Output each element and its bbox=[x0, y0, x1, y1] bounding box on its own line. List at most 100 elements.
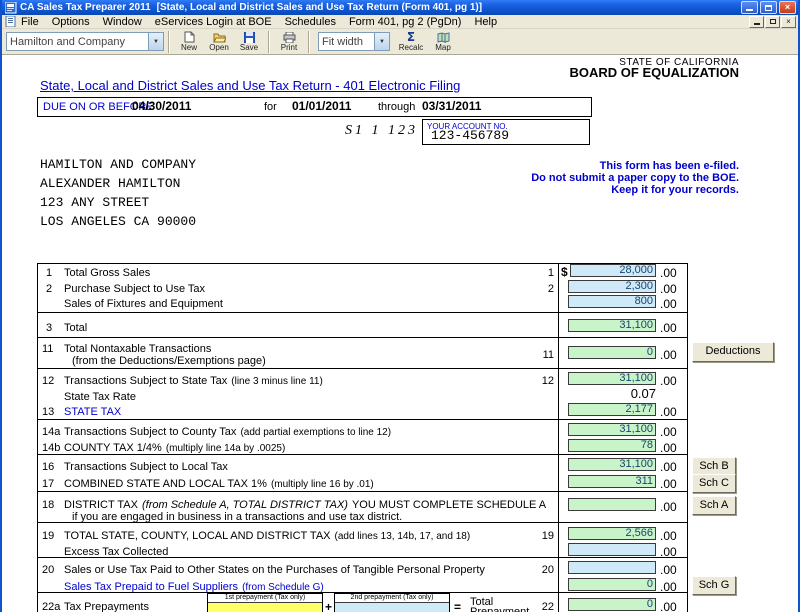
line-20-ref: 20 bbox=[522, 564, 554, 576]
menu-eservices[interactable]: eServices Login at BOE bbox=[155, 16, 272, 28]
sch-c-button[interactable]: Sch C bbox=[692, 474, 736, 493]
first-prepayment-field[interactable] bbox=[208, 602, 322, 612]
sch-a-button[interactable]: Sch A bbox=[692, 496, 736, 515]
address-line-company: HAMILTON AND COMPANY bbox=[40, 159, 196, 171]
line-1-label: Total Gross Sales bbox=[64, 267, 150, 279]
window-controls: × bbox=[741, 1, 796, 14]
for-label: for bbox=[264, 101, 277, 113]
line-14a-number: 14a bbox=[42, 426, 60, 438]
toolbar-separator bbox=[168, 31, 170, 53]
form-page: STATE OF CALIFORNIA BOARD OF EQUALIZATIO… bbox=[2, 55, 798, 612]
table-divider bbox=[37, 368, 688, 369]
line-22a-number: 22a bbox=[42, 601, 60, 612]
line-1-number: 1 bbox=[46, 267, 52, 279]
line-16-number: 16 bbox=[42, 461, 54, 473]
line-18-sublabel: if you are engaged in business in a tran… bbox=[72, 511, 402, 523]
second-prepayment-field[interactable] bbox=[335, 602, 449, 612]
line-17-number: 17 bbox=[42, 478, 54, 490]
minimize-icon bbox=[746, 9, 753, 11]
plus-sign: + bbox=[325, 601, 332, 612]
fixtures-amount-field[interactable]: 800 bbox=[568, 295, 656, 308]
deductions-button[interactable]: Deductions bbox=[692, 342, 774, 362]
line-19-ref: 19 bbox=[522, 530, 554, 542]
mdi-minimize-button[interactable] bbox=[749, 16, 764, 28]
cents-label: .00 bbox=[660, 348, 677, 362]
line-16-label: Transactions Subject to Local Tax bbox=[64, 461, 228, 473]
recalc-button[interactable]: Σ Recalc bbox=[394, 30, 428, 54]
minimize-button[interactable] bbox=[741, 1, 758, 14]
line-19-number: 19 bbox=[42, 530, 54, 542]
through-label: through bbox=[378, 101, 415, 113]
line-20-amount-field[interactable] bbox=[568, 561, 656, 574]
map-button[interactable]: Map bbox=[428, 30, 458, 54]
line-13-label: STATE TAX bbox=[64, 406, 121, 418]
cents-label: .00 bbox=[660, 545, 677, 559]
cents-label: .00 bbox=[660, 600, 677, 612]
toolbar-separator bbox=[268, 31, 270, 53]
line-14a-label: Transactions Subject to County Tax(add p… bbox=[64, 426, 391, 439]
cents-label: .00 bbox=[660, 321, 677, 335]
line-14b-label: COUNTY TAX 1/4%(multiply line 14a by .00… bbox=[64, 442, 285, 455]
cents-label: .00 bbox=[660, 425, 677, 439]
first-prepayment-box: 1st prepayment (Tax only) bbox=[207, 593, 323, 612]
open-button[interactable]: Open bbox=[204, 30, 234, 54]
menu-file[interactable]: File bbox=[21, 16, 39, 28]
menu-help[interactable]: Help bbox=[474, 16, 497, 28]
new-button[interactable]: New bbox=[174, 30, 204, 54]
cents-label: .00 bbox=[660, 477, 677, 491]
zoom-combobox[interactable]: Fit width ▼ bbox=[318, 32, 390, 51]
first-prepayment-label: 1st prepayment (Tax only) bbox=[208, 594, 322, 602]
restore-button[interactable] bbox=[760, 1, 777, 14]
second-prepayment-box: 2nd prepayment (Tax only) bbox=[334, 593, 450, 612]
sch-g-button[interactable]: Sch G bbox=[692, 576, 736, 595]
mdi-window-controls: × bbox=[749, 16, 798, 28]
toolbar-separator bbox=[308, 31, 310, 53]
printer-icon bbox=[283, 31, 296, 43]
due-date-value: 04/30/2011 bbox=[132, 100, 191, 112]
table-divider bbox=[37, 491, 688, 492]
line-3-label: Total bbox=[64, 322, 87, 334]
address-line-city: LOS ANGELES CA 90000 bbox=[40, 216, 196, 228]
line-11-ref: 11 bbox=[522, 349, 554, 361]
line-2-label: Purchase Subject to Use Tax bbox=[64, 283, 205, 295]
line-17-amount-field: 311 bbox=[568, 475, 656, 488]
save-button[interactable]: Save bbox=[234, 30, 264, 54]
fuel-suppliers-field: 0 bbox=[568, 578, 656, 591]
line-19-amount-field: 2,566 bbox=[568, 527, 656, 540]
zoom-dropdown-arrow[interactable]: ▼ bbox=[374, 33, 389, 50]
menu-schedules[interactable]: Schedules bbox=[285, 16, 336, 28]
cents-label: .00 bbox=[660, 500, 677, 514]
mdi-restore-icon bbox=[770, 19, 776, 24]
app-title: CA Sales Tax Preparer 2011 bbox=[20, 2, 151, 13]
line-3-number: 3 bbox=[46, 322, 52, 334]
state-tax-rate-label: State Tax Rate bbox=[64, 391, 136, 403]
menu-form401-pg2[interactable]: Form 401, pg 2 (PgDn) bbox=[349, 16, 462, 28]
combobox-dropdown-arrow[interactable]: ▼ bbox=[148, 33, 163, 50]
close-button[interactable]: × bbox=[779, 1, 796, 14]
line-1-amount-field[interactable]: 28,000 bbox=[570, 264, 656, 277]
cents-label: .00 bbox=[660, 374, 677, 388]
line-18-number: 18 bbox=[42, 499, 54, 511]
print-button[interactable]: Print bbox=[274, 30, 304, 54]
cents-label: .00 bbox=[660, 266, 677, 280]
menu-options[interactable]: Options bbox=[52, 16, 90, 28]
save-floppy-icon bbox=[244, 31, 255, 43]
cents-label: .00 bbox=[660, 441, 677, 455]
line-20-number: 20 bbox=[42, 564, 54, 576]
mdi-restore-button[interactable] bbox=[765, 16, 780, 28]
period-end-value: 03/31/2011 bbox=[422, 100, 481, 112]
company-combobox[interactable]: Hamilton and Company ▼ bbox=[6, 32, 164, 51]
efiled-note-line1: This form has been e-filed. bbox=[439, 160, 739, 172]
cents-label: .00 bbox=[660, 460, 677, 474]
line-12-amount-field: 31,100 bbox=[568, 372, 656, 385]
second-prepayment-label: 2nd prepayment (Tax only) bbox=[335, 594, 449, 602]
line-2-amount-field[interactable]: 2,300 bbox=[568, 280, 656, 293]
cents-label: .00 bbox=[660, 580, 677, 594]
line-3-total-field: 31,100 bbox=[568, 319, 656, 332]
address-line-street: 123 ANY STREET bbox=[40, 197, 149, 209]
form-code: S1 1 123 bbox=[345, 125, 418, 137]
menu-window[interactable]: Window bbox=[103, 16, 142, 28]
excess-tax-field[interactable] bbox=[568, 543, 656, 556]
mdi-close-button[interactable]: × bbox=[781, 16, 796, 28]
line-12-number: 12 bbox=[42, 375, 54, 387]
